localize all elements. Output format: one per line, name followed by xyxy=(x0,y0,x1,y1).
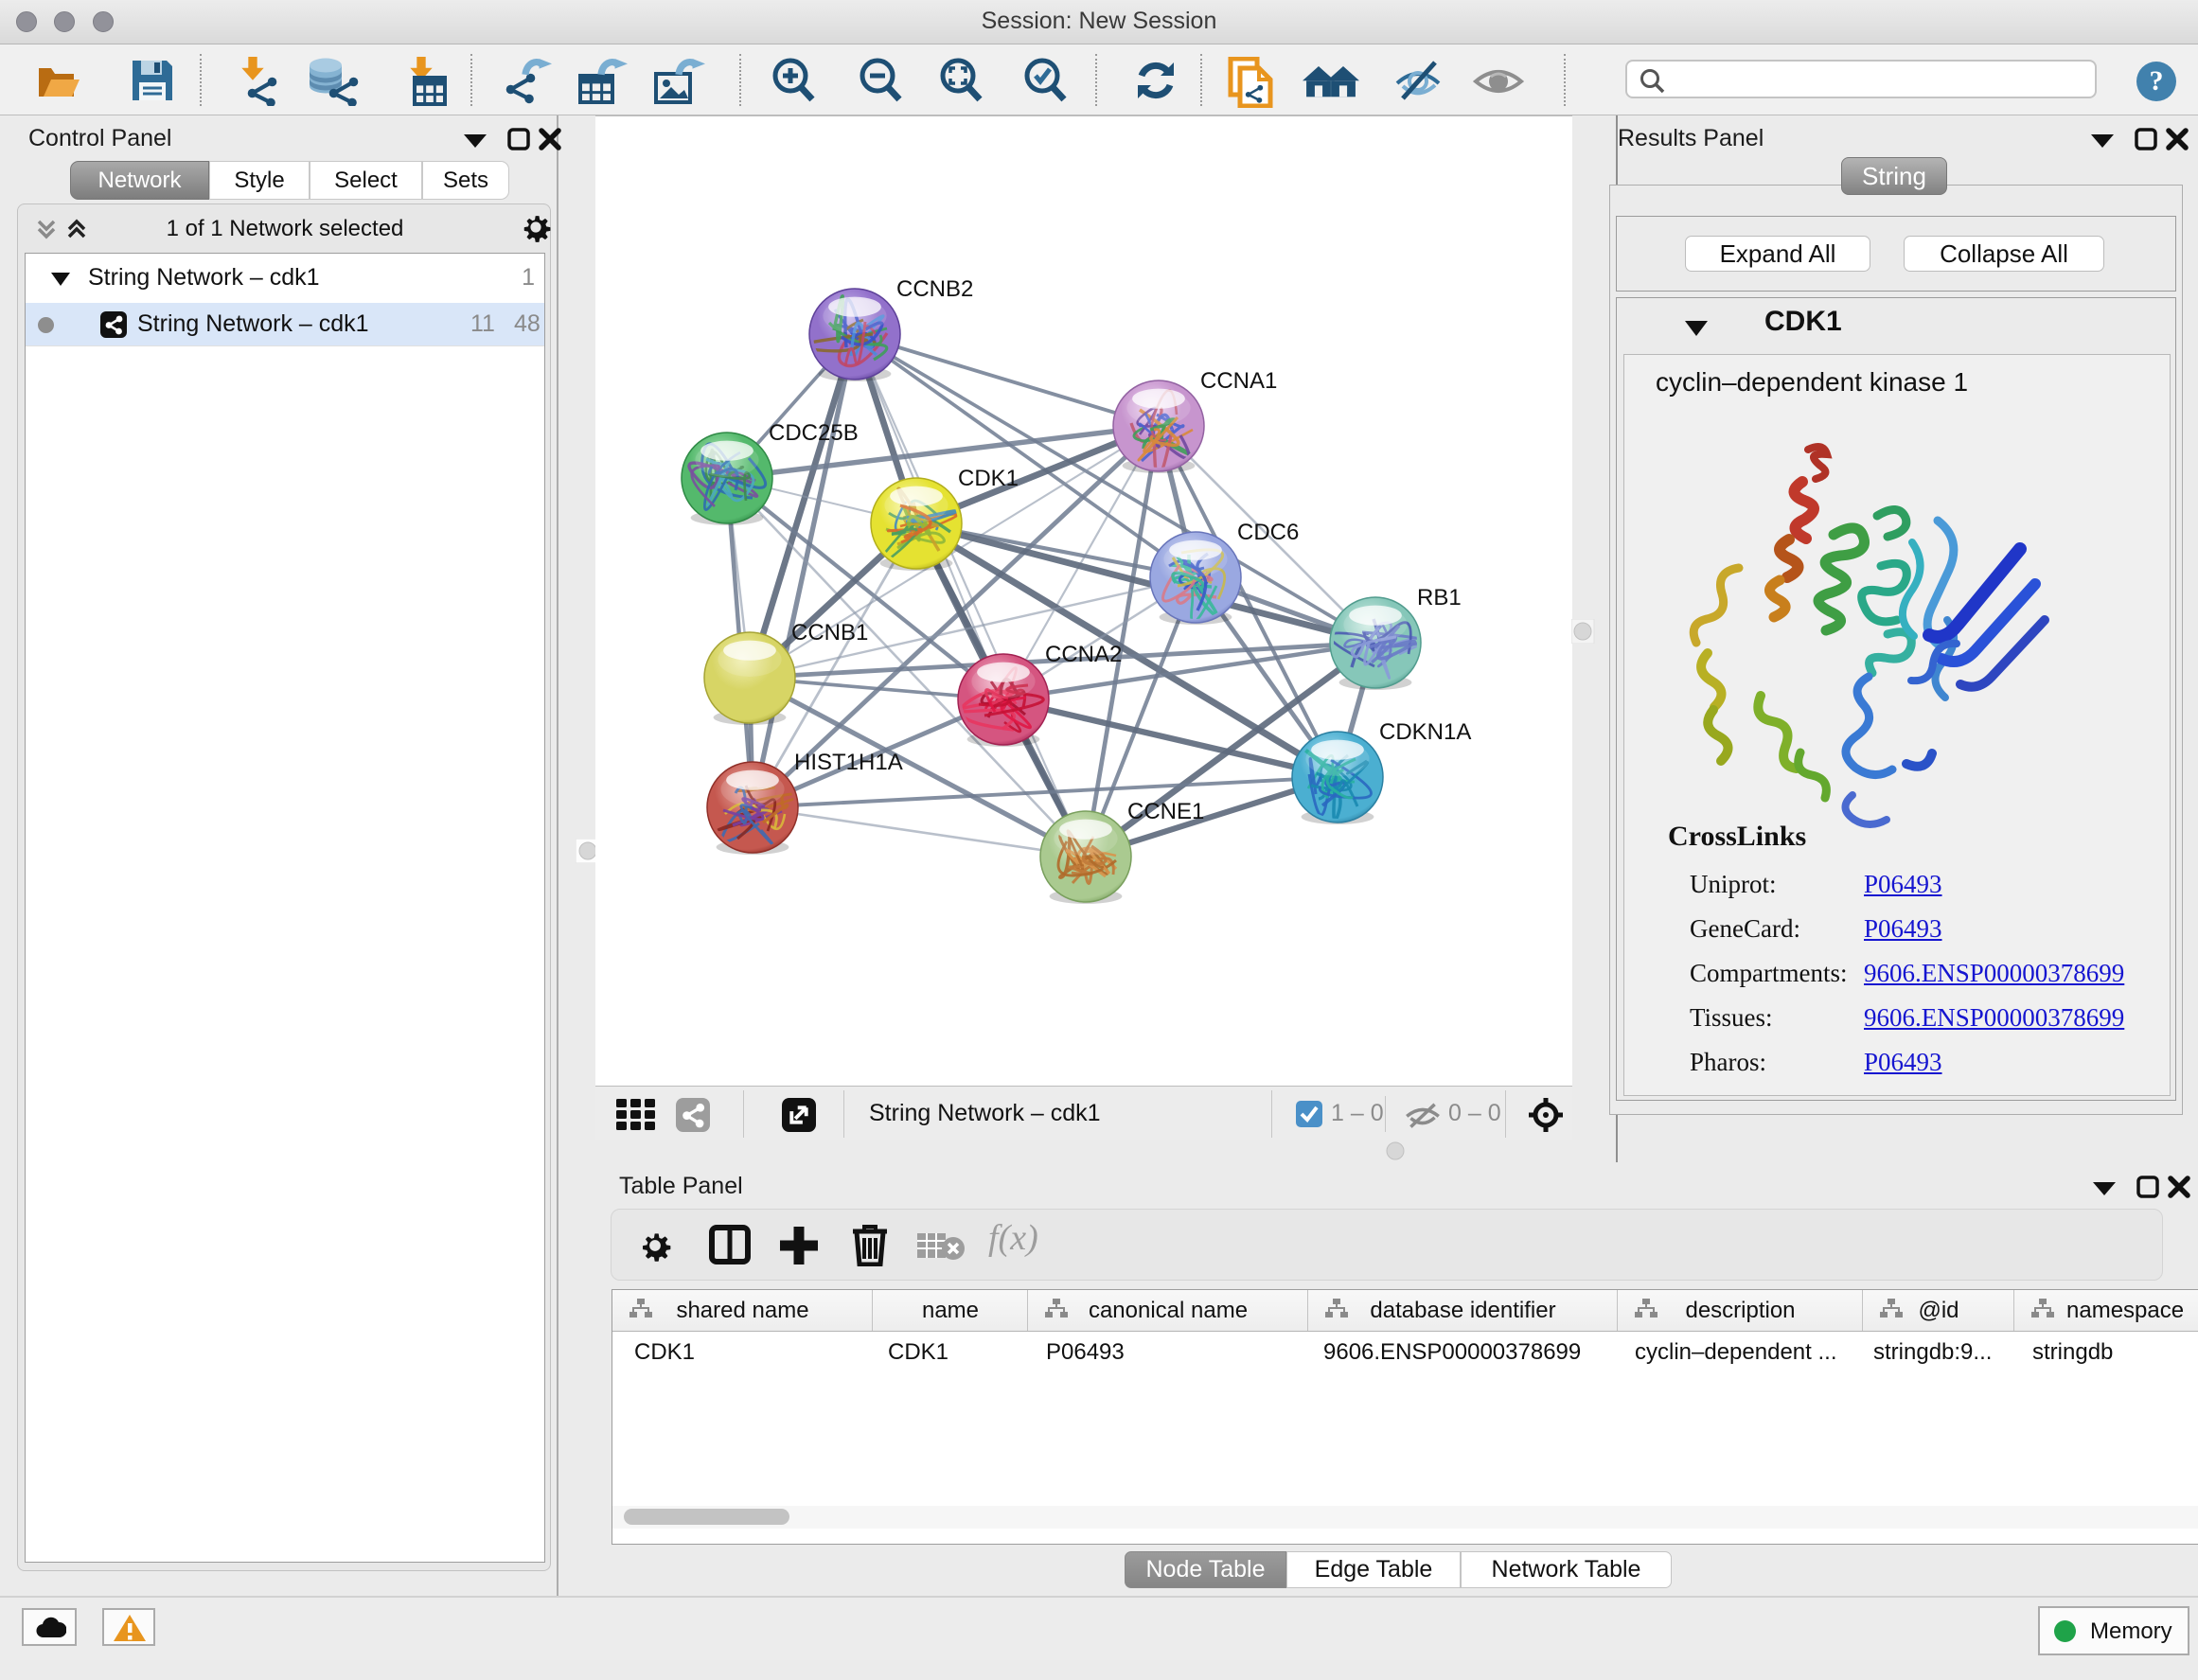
svg-text:CDKN1A: CDKN1A xyxy=(1379,719,1471,745)
svg-text:CDK1: CDK1 xyxy=(958,466,1019,491)
svg-text:CDC25B: CDC25B xyxy=(769,420,859,446)
svg-text:CCNB1: CCNB1 xyxy=(791,620,868,645)
svg-text:CCNB2: CCNB2 xyxy=(896,276,973,302)
svg-text:CDC6: CDC6 xyxy=(1237,520,1299,545)
svg-text:CCNA1: CCNA1 xyxy=(1200,368,1277,394)
svg-text:RB1: RB1 xyxy=(1417,585,1462,610)
svg-text:CCNA2: CCNA2 xyxy=(1045,642,1122,667)
svg-text:CCNE1: CCNE1 xyxy=(1127,799,1204,824)
svg-text:HIST1H1A: HIST1H1A xyxy=(794,750,903,775)
svg-text:?: ? xyxy=(2150,65,2164,97)
